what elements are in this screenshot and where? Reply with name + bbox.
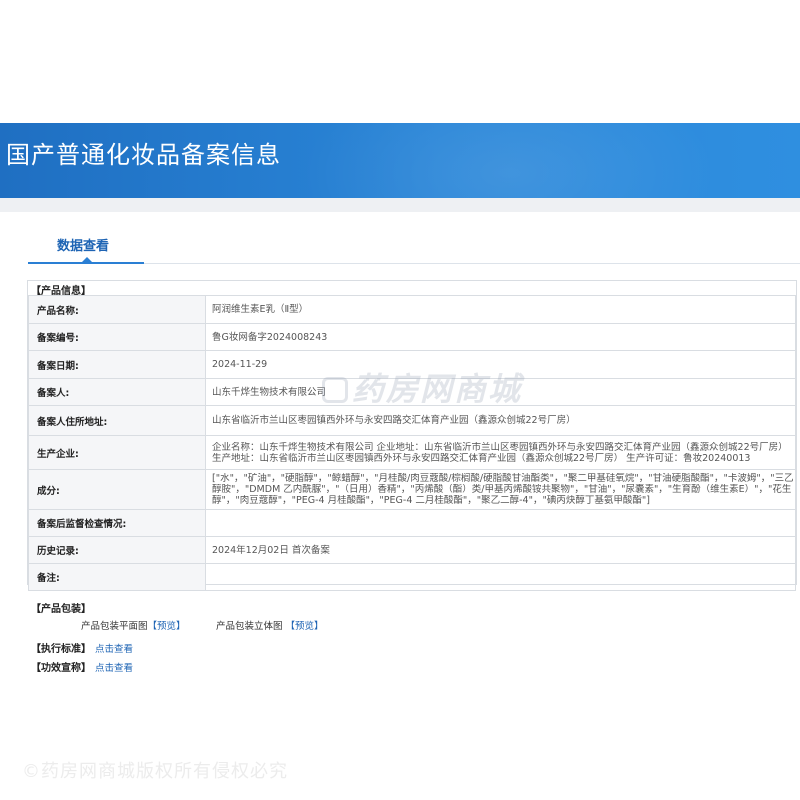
banner-divider (0, 198, 800, 212)
ingredients-line: ["水"，"矿油"，"硬脂醇"，"鲸蜡醇"，"月桂酸/肉豆蔻酸/棕榈酸/硬脂酸甘… (212, 473, 794, 484)
table-row: 备案编号: 鲁G妆网备字2024008243 (28, 323, 796, 351)
packaging-solid-preview-link[interactable]: 【预览】 (286, 621, 324, 632)
efficacy-claim: 【功效宣称】 点击查看 (31, 659, 133, 674)
watermark-logo-icon (322, 377, 348, 403)
registrant-address-value: 山东省临沂市兰山区枣园镇西外环与永安四路交汇体育产业园（鑫源众创城22号厂房） (205, 405, 796, 436)
table-row: 备注: (28, 563, 796, 591)
field-label: 备案后监督检查情况: (28, 509, 206, 537)
field-label: 备案人: (28, 378, 206, 406)
packaging-title: 【产品包装】 (31, 604, 91, 615)
history-value: 2024年12月02日 首次备案 (205, 536, 796, 564)
table-row: 备案后监督检查情况: (28, 509, 796, 537)
table-row: 产品名称: 阿润维生素E乳（Ⅱ型） (28, 295, 796, 324)
tab-active-indicator (28, 262, 144, 264)
efficacy-claim-label: 【功效宣称】 (31, 663, 91, 674)
remarks-value (205, 563, 796, 591)
tab-data-view[interactable]: 数据查看 (57, 235, 109, 254)
field-label: 产品名称: (28, 295, 206, 324)
inspection-value (205, 509, 796, 537)
product-name-value: 阿润维生素E乳（Ⅱ型） (205, 295, 796, 324)
field-label: 备案编号: (28, 323, 206, 351)
ingredients-line: 醇胺"，"DMDM 乙内酰脲"，"（日用）香精"，"丙烯酸（酯）类/甲基丙烯酸铵… (212, 484, 792, 495)
packaging-flat-preview-link[interactable]: 【预览】 (148, 621, 186, 632)
table-row: 生产企业: 企业名称：山东千烨生物技术有限公司 企业地址：山东省临沂市兰山区枣园… (28, 435, 796, 470)
manufacturer-value: 企业名称：山东千烨生物技术有限公司 企业地址：山东省临沂市兰山区枣园镇西外环与永… (205, 435, 796, 470)
tab-indicator-arrow (82, 257, 92, 262)
field-label: 备案日期: (28, 350, 206, 379)
watermark-text: 药房网商城 (352, 370, 523, 408)
table-row: 历史记录: 2024年12月02日 首次备案 (28, 536, 796, 564)
product-info-panel: 【产品信息】 产品名称: 阿润维生素E乳（Ⅱ型） 备案编号: 鲁G妆网备字202… (27, 280, 797, 591)
ingredients-value: ["水"，"矿油"，"硬脂醇"，"鲸蜡醇"，"月桂酸/肉豆蔻酸/棕榈酸/硬脂酸甘… (205, 469, 796, 510)
record-number-value: 鲁G妆网备字2024008243 (205, 323, 796, 351)
page-title: 国产普通化妆品备案信息 (6, 141, 281, 169)
table-row: 备案人住所地址: 山东省临沂市兰山区枣园镇西外环与永安四路交汇体育产业园（鑫源众… (28, 405, 796, 436)
table-row: 成分: ["水"，"矿油"，"硬脂醇"，"鲸蜡醇"，"月桂酸/肉豆蔻酸/棕榈酸/… (28, 469, 796, 510)
packaging-flat: 产品包装平面图【预览】 (81, 618, 186, 632)
execution-standard-link[interactable]: 点击查看 (95, 644, 133, 655)
execution-standard-label: 【执行标准】 (31, 644, 91, 655)
product-info-table: 产品名称: 阿润维生素E乳（Ⅱ型） 备案编号: 鲁G妆网备字2024008243… (28, 295, 796, 591)
copyright-watermark: ©药房网商城版权所有侵权必究 (22, 761, 288, 782)
field-label: 生产企业: (28, 435, 206, 470)
manufacturer-line: 生产地址：山东省临沂市兰山区枣园镇西外环与永安四路交汇体育产业园（鑫源众创城22… (212, 452, 751, 464)
execution-standard: 【执行标准】 点击查看 (31, 640, 133, 655)
field-label: 历史记录: (28, 536, 206, 564)
manufacturer-line: 企业名称：山东千烨生物技术有限公司 企业地址：山东省临沂市兰山区枣园镇西外环与永… (212, 441, 788, 453)
header-banner: 国产普通化妆品备案信息 (0, 123, 800, 198)
field-label: 备案人住所地址: (28, 405, 206, 436)
efficacy-claim-link[interactable]: 点击查看 (95, 663, 133, 674)
tab-divider (144, 263, 800, 264)
field-label: 备注: (28, 563, 206, 591)
watermark: 药房网商城 (322, 364, 522, 410)
field-label: 成分: (28, 469, 206, 510)
packaging-flat-label: 产品包装平面图 (81, 621, 148, 632)
packaging-solid: 产品包装立体图 【预览】 (216, 618, 324, 632)
packaging-solid-label: 产品包装立体图 (216, 621, 283, 632)
ingredients-line: 醇"，"肉豆蔻醇"，"PEG-4 月桂酸酯"，"PEG-4 二月桂酸酯"，"聚乙… (212, 495, 650, 506)
